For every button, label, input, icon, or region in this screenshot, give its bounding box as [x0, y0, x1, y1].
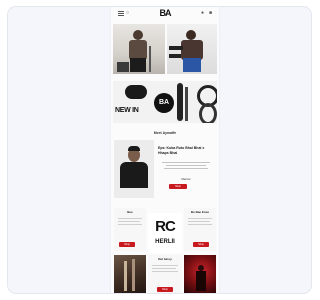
account-icon[interactable]: ● — [201, 10, 204, 16]
search-icon[interactable]: ○ — [126, 10, 129, 16]
hero-image-right[interactable] — [167, 24, 217, 74]
text-line — [118, 218, 142, 219]
menu-icon[interactable] — [118, 11, 124, 16]
card-title: Bee — [127, 210, 133, 214]
brand-mark: RC — [155, 218, 176, 235]
product-card-left[interactable]: Bee Shop — [114, 208, 146, 251]
card-left-button[interactable]: Shop — [119, 242, 135, 247]
text-line — [118, 224, 142, 225]
ambassador-shop-button[interactable]: Shop — [169, 184, 187, 189]
site-logo[interactable]: BA — [157, 8, 173, 18]
gallery-photo-right[interactable] — [184, 255, 216, 293]
banner-badge: BA — [154, 93, 174, 113]
text-line — [166, 165, 206, 166]
brand-logo-block[interactable]: RC HERLII — [148, 213, 182, 253]
cart-icon[interactable]: ■ — [209, 10, 212, 16]
ambassador-name: Eps: Kuba Ruto Bhai Bhai x Hhaps Bhai — [158, 146, 205, 155]
brand-sub: HERLII — [155, 239, 175, 245]
text-line — [152, 265, 178, 266]
gallery-photo-left[interactable] — [114, 255, 146, 293]
site-header: ○ BA ● ■ — [111, 7, 219, 21]
card-title: Be Bae Ence — [190, 210, 210, 214]
hero-image-left[interactable] — [113, 24, 165, 74]
text-line — [188, 224, 212, 225]
ambassador-label: Mentor — [181, 177, 191, 181]
mobile-page: ○ BA ● ■ BA NEW IN Meet Aymaffe Eps: Kub… — [111, 7, 219, 293]
browser-frame: ○ BA ● ■ BA NEW IN Meet Aymaffe Eps: Kub… — [7, 6, 312, 294]
ambassador-photo — [114, 140, 154, 198]
card-right-button[interactable]: Shop — [193, 242, 209, 247]
text-line — [164, 168, 208, 169]
text-line — [152, 268, 176, 269]
text-line — [152, 271, 178, 272]
banner-text: NEW IN — [115, 107, 139, 114]
product-card-right[interactable]: Be Bae Ence Shop — [184, 208, 216, 251]
section-title: Meet Aymaffe — [153, 131, 177, 135]
ambassador-card: Eps: Kuba Ruto Bhai Bhai x Hhaps Bhai Me… — [114, 140, 216, 198]
product-card-lower[interactable]: Del lunoy Shop — [148, 255, 182, 293]
card-title: Del lunoy — [158, 257, 172, 261]
text-line — [118, 221, 140, 222]
text-line — [188, 221, 210, 222]
promo-banner[interactable]: BA NEW IN — [113, 81, 217, 123]
text-line — [162, 162, 210, 163]
card-lower-button[interactable]: Shop — [157, 287, 173, 292]
text-line — [188, 218, 212, 219]
